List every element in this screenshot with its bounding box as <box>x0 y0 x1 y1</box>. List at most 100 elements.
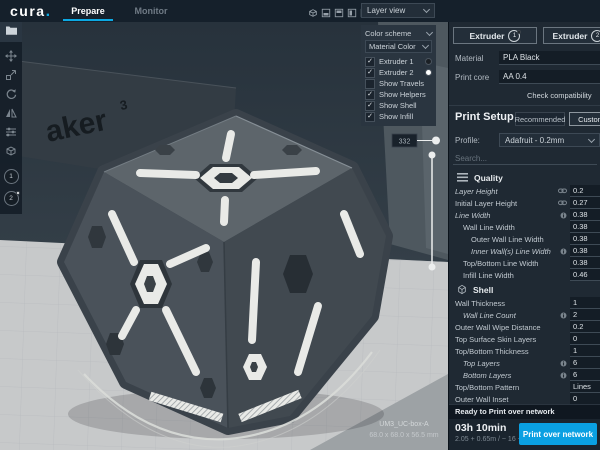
setting-input[interactable]: 1 <box>570 297 600 309</box>
setting-input[interactable]: 1 <box>570 345 600 357</box>
setting-input[interactable]: 0.38 <box>570 209 600 221</box>
section-shell[interactable]: Shell <box>449 283 600 297</box>
extruder-1-number: 1 <box>508 30 520 42</box>
print-core-select[interactable]: AA 0.4 <box>499 70 600 84</box>
recommended-mode-button[interactable]: Recommended <box>515 112 565 126</box>
setting-input[interactable]: 2 <box>570 309 600 321</box>
extruder-2-number: 2 <box>591 30 600 42</box>
color-scheme-header[interactable]: Color scheme <box>365 28 432 38</box>
custom-mode-button[interactable]: Custom <box>569 112 600 126</box>
toggle-show-helpers[interactable]: ✓Show Helpers <box>365 89 432 100</box>
material-swatch <box>425 69 432 76</box>
checkbox[interactable]: ✓ <box>365 68 375 78</box>
tool-move[interactable] <box>0 48 22 67</box>
setting-row-wall-thickness: Wall Thickness1 <box>449 297 600 309</box>
scale-icon <box>5 68 17 86</box>
layer-slider-bottom-handle[interactable] <box>429 264 436 271</box>
check-compatibility-link[interactable]: Check compatibility <box>527 91 592 100</box>
active-tab-underline <box>63 19 113 21</box>
setting-label: Outer Wall Inset <box>455 395 509 404</box>
setting-row-line-width: Line Width 0.38 <box>449 209 600 221</box>
toolbar-extruder-1[interactable]: 1 <box>4 169 19 184</box>
view-top-icon[interactable] <box>334 5 344 15</box>
layer-view-panel: Color scheme Material Color ✓Extruder 1✓… <box>361 25 436 126</box>
tool-per-model-settings[interactable] <box>0 124 22 143</box>
setting-label: Wall Line Count <box>463 311 516 320</box>
setting-dropdown[interactable]: Lines <box>570 381 600 393</box>
setting-input[interactable]: 6 <box>570 357 600 369</box>
setting-input[interactable]: 0.2 <box>570 185 600 197</box>
setting-row-layer-height: Layer Height 0.2 <box>449 185 600 197</box>
rotate-icon <box>5 87 17 105</box>
section-quality[interactable]: Quality <box>449 171 600 185</box>
setting-input[interactable]: 6 <box>570 369 600 381</box>
toggle-show-infill[interactable]: ✓ Show Infill <box>365 111 432 122</box>
cura-window: cura. Prepare Monitor Layer view <box>0 0 600 450</box>
section-title: Quality <box>474 173 503 183</box>
checkbox[interactable]: ✓ <box>365 57 375 67</box>
extruder-1-label: 1 <box>9 173 13 180</box>
setting-input[interactable]: 0.27 <box>570 197 600 209</box>
print-time: 03h 10min <box>455 422 506 434</box>
sidebar: UM3B (manual) Extruder 1 Extruder 2 Mate… <box>448 0 600 450</box>
layer-slider-top-handle[interactable] <box>432 137 440 145</box>
info-icon <box>560 212 567 219</box>
setting-label: Layer Height <box>455 187 498 196</box>
setting-row-top-bottom-pattern: Top/Bottom PatternLines <box>449 381 600 393</box>
setting-input[interactable]: 0.2 <box>570 321 600 333</box>
layer-slider-upper-handle[interactable] <box>429 152 436 159</box>
extruder-1-tab[interactable]: Extruder 1 <box>453 27 537 44</box>
link-icon <box>558 188 567 194</box>
setting-input[interactable]: 0.38 <box>570 221 600 233</box>
toolbar-extruder2-dot <box>16 191 20 195</box>
toggle-extruder-1[interactable]: ✓ Extruder 1 <box>365 56 432 67</box>
checkbox[interactable] <box>365 79 375 89</box>
setting-label: Infill Line Width <box>463 271 514 280</box>
color-scheme-select[interactable]: Material Color <box>365 40 432 53</box>
open-file-button[interactable] <box>0 22 22 42</box>
search-input[interactable] <box>453 152 597 165</box>
job-status: Ready to Print over network <box>449 404 600 419</box>
setting-row-top-bottom-thickness: Top/Bottom Thickness1 <box>449 345 600 357</box>
tool-mirror[interactable] <box>0 105 22 124</box>
setting-label: Top Surface Skin Layers <box>455 335 536 344</box>
setting-input[interactable]: 0.46 <box>570 269 600 281</box>
extruder-tab-label: Extruder <box>470 31 505 41</box>
setting-label: Line Width <box>455 211 490 220</box>
chevron-down-icon <box>423 6 430 13</box>
setting-input[interactable]: 0.38 <box>570 257 600 269</box>
toolbar-extruder-2[interactable]: 2 <box>4 191 19 206</box>
toggle-extruder-2[interactable]: ✓ Extruder 2 <box>365 67 432 78</box>
tab-monitor[interactable]: Monitor <box>128 0 174 22</box>
toggle-label: Show Infill <box>379 112 413 121</box>
view-mode-dropdown[interactable]: Layer view <box>361 3 435 18</box>
checkbox[interactable]: ✓ <box>365 101 375 111</box>
setting-input[interactable]: 0 <box>570 333 600 345</box>
viewport[interactable]: aker 3 <box>0 22 448 450</box>
toggle-label: Extruder 1 <box>379 57 414 66</box>
setting-row-top-layers: Top Layers6 <box>449 357 600 369</box>
toggle-show-travels[interactable]: Show Travels <box>365 78 432 89</box>
material-label: Material <box>455 54 483 63</box>
profile-dropdown[interactable]: Adafruit - 0.2mm <box>499 133 600 147</box>
tool-scale[interactable] <box>0 67 22 86</box>
view-3d-icon[interactable] <box>308 5 318 15</box>
setting-row-inner-wall-s-line-width: Inner Wall(s) Line Width0.38 <box>449 245 600 257</box>
extruder-2-tab[interactable]: Extruder 2 <box>543 27 600 44</box>
setting-label: Outer Wall Wipe Distance <box>455 323 541 332</box>
toggle-show-shell[interactable]: ✓Show Shell <box>365 100 432 111</box>
print-over-network-button[interactable]: Print over network <box>519 423 597 445</box>
tool-rotate[interactable] <box>0 86 22 105</box>
section-title: Shell <box>473 285 493 295</box>
toggle-label: Extruder 2 <box>379 68 414 77</box>
view-front-icon[interactable] <box>321 5 331 15</box>
checkbox[interactable]: ✓ <box>365 112 375 122</box>
tool-support-blocker[interactable] <box>0 143 22 162</box>
checkbox[interactable]: ✓ <box>365 90 375 100</box>
material-select[interactable]: PLA Black <box>499 51 600 65</box>
mirror-icon <box>5 106 17 124</box>
view-mode-value: Layer view <box>367 6 405 15</box>
setting-input[interactable]: 0.38 <box>570 245 600 257</box>
view-left-icon[interactable] <box>347 5 357 15</box>
setting-input[interactable]: 0.38 <box>570 233 600 245</box>
